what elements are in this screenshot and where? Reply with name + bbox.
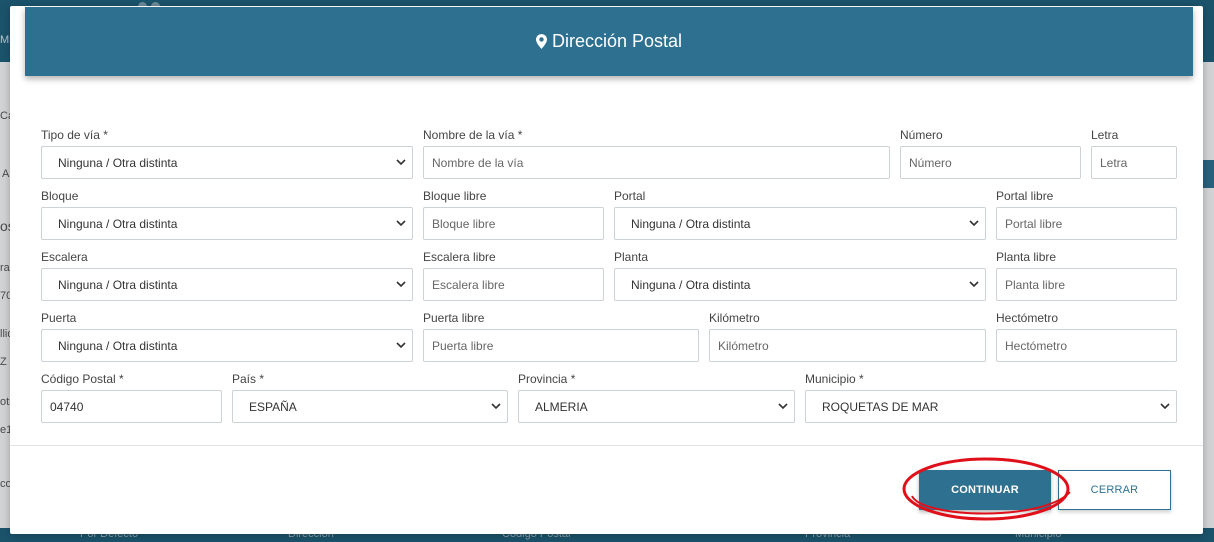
- nombre-via-input[interactable]: Nombre de la vía: [423, 146, 890, 179]
- pais-field: País * ESPAÑA: [232, 372, 508, 423]
- puerta-label: Puerta: [41, 311, 77, 325]
- portal-libre-input[interactable]: Portal libre: [996, 207, 1177, 240]
- chevron-down-icon: [396, 342, 406, 349]
- letra-label: Letra: [1091, 128, 1119, 142]
- municipio-label: Municipio *: [805, 372, 864, 386]
- portal-libre-field: Portal libre Portal libre: [996, 189, 1177, 240]
- portal-field: Portal Ninguna / Otra distinta: [614, 189, 986, 240]
- bloque-label: Bloque: [41, 189, 79, 203]
- provincia-field: Provincia * ALMERIA: [518, 372, 795, 423]
- footer-divider: [10, 445, 1203, 446]
- close-button[interactable]: CERRAR: [1058, 470, 1171, 510]
- chevron-down-icon: [1160, 403, 1170, 410]
- puerta-select[interactable]: Ninguna / Otra distinta: [41, 329, 413, 362]
- codigo-postal-label: Código Postal *: [41, 372, 124, 386]
- letra-field: Letra Letra: [1091, 128, 1177, 179]
- provincia-select[interactable]: ALMERIA: [518, 390, 795, 423]
- kilometro-label: Kilómetro: [709, 311, 760, 325]
- hectometro-label: Hectómetro: [996, 311, 1059, 325]
- planta-libre-input[interactable]: Planta libre: [996, 268, 1177, 301]
- municipio-select[interactable]: ROQUETAS DE MAR: [805, 390, 1177, 423]
- chevron-down-icon: [396, 281, 406, 288]
- bloque-libre-label: Bloque libre: [423, 189, 487, 203]
- escalera-libre-label: Escalera libre: [423, 250, 496, 264]
- bloque-field: Bloque Ninguna / Otra distinta: [41, 189, 413, 240]
- bloque-value: Ninguna / Otra distinta: [58, 216, 178, 231]
- hectometro-field: Hectómetro Hectómetro: [996, 311, 1177, 362]
- nombre-via-field: Nombre de la vía * Nombre de la vía: [423, 128, 890, 179]
- portal-select[interactable]: Ninguna / Otra distinta: [614, 207, 986, 240]
- tipo-via-label: Tipo de vía *: [41, 128, 108, 142]
- puerta-libre-field: Puerta libre Puerta libre: [423, 311, 699, 362]
- escalera-value: Ninguna / Otra distinta: [58, 277, 178, 292]
- kilometro-input[interactable]: Kilómetro: [709, 329, 986, 362]
- escalera-libre-field: Escalera libre Escalera libre: [423, 250, 604, 301]
- planta-field: Planta Ninguna / Otra distinta: [614, 250, 986, 301]
- bloque-libre-input[interactable]: Bloque libre: [423, 207, 604, 240]
- puerta-libre-input[interactable]: Puerta libre: [423, 329, 699, 362]
- escalera-field: Escalera Ninguna / Otra distinta: [41, 250, 413, 301]
- planta-libre-field: Planta libre Planta libre: [996, 250, 1177, 301]
- kilometro-field: Kilómetro Kilómetro: [709, 311, 986, 362]
- numero-label: Número: [900, 128, 943, 142]
- municipio-field: Municipio * ROQUETAS DE MAR: [805, 372, 1177, 423]
- puerta-value: Ninguna / Otra distinta: [58, 338, 178, 353]
- chevron-down-icon: [491, 403, 501, 410]
- planta-value: Ninguna / Otra distinta: [631, 277, 751, 292]
- tipo-via-value: Ninguna / Otra distinta: [58, 155, 178, 170]
- municipio-value: ROQUETAS DE MAR: [822, 399, 939, 414]
- letra-input[interactable]: Letra: [1091, 146, 1177, 179]
- chevron-down-icon: [778, 403, 788, 410]
- portal-label: Portal: [614, 189, 646, 203]
- pais-label: País *: [232, 372, 265, 386]
- modal-header: Dirección Postal: [25, 7, 1193, 76]
- map-marker-icon: [535, 34, 547, 49]
- puerta-field: Puerta Ninguna / Otra distinta: [41, 311, 413, 362]
- hectometro-input[interactable]: Hectómetro: [996, 329, 1177, 362]
- chevron-down-icon: [969, 281, 979, 288]
- escalera-select[interactable]: Ninguna / Otra distinta: [41, 268, 413, 301]
- nombre-via-label: Nombre de la vía *: [423, 128, 523, 142]
- continue-button[interactable]: CONTINUAR: [919, 470, 1051, 510]
- chevron-down-icon: [969, 220, 979, 227]
- planta-select[interactable]: Ninguna / Otra distinta: [614, 268, 986, 301]
- portal-libre-label: Portal libre: [996, 189, 1054, 203]
- modal-title: Dirección Postal: [551, 31, 683, 51]
- provincia-label: Provincia *: [518, 372, 576, 386]
- numero-field: Número Número: [900, 128, 1081, 179]
- bloque-libre-field: Bloque libre Bloque libre: [423, 189, 604, 240]
- provincia-value: ALMERIA: [535, 399, 588, 414]
- pais-select[interactable]: ESPAÑA: [232, 390, 508, 423]
- numero-input[interactable]: Número: [900, 146, 1081, 179]
- escalera-label: Escalera: [41, 250, 88, 264]
- tipo-via-field: Tipo de vía * Ninguna / Otra distinta: [41, 128, 413, 179]
- address-form: Tipo de vía * Ninguna / Otra distinta No…: [10, 76, 1203, 446]
- puerta-libre-label: Puerta libre: [423, 311, 485, 325]
- address-modal: Dirección Postal Tipo de vía * Ninguna /…: [10, 6, 1203, 534]
- codigo-postal-field: Código Postal * 04740: [41, 372, 222, 423]
- portal-value: Ninguna / Otra distinta: [631, 216, 751, 231]
- pais-value: ESPAÑA: [249, 399, 297, 414]
- bloque-select[interactable]: Ninguna / Otra distinta: [41, 207, 413, 240]
- tipo-via-select[interactable]: Ninguna / Otra distinta: [41, 146, 413, 179]
- chevron-down-icon: [396, 220, 406, 227]
- codigo-postal-input[interactable]: 04740: [41, 390, 222, 423]
- chevron-down-icon: [396, 159, 406, 166]
- planta-libre-label: Planta libre: [996, 250, 1057, 264]
- escalera-libre-input[interactable]: Escalera libre: [423, 268, 604, 301]
- planta-label: Planta: [614, 250, 649, 264]
